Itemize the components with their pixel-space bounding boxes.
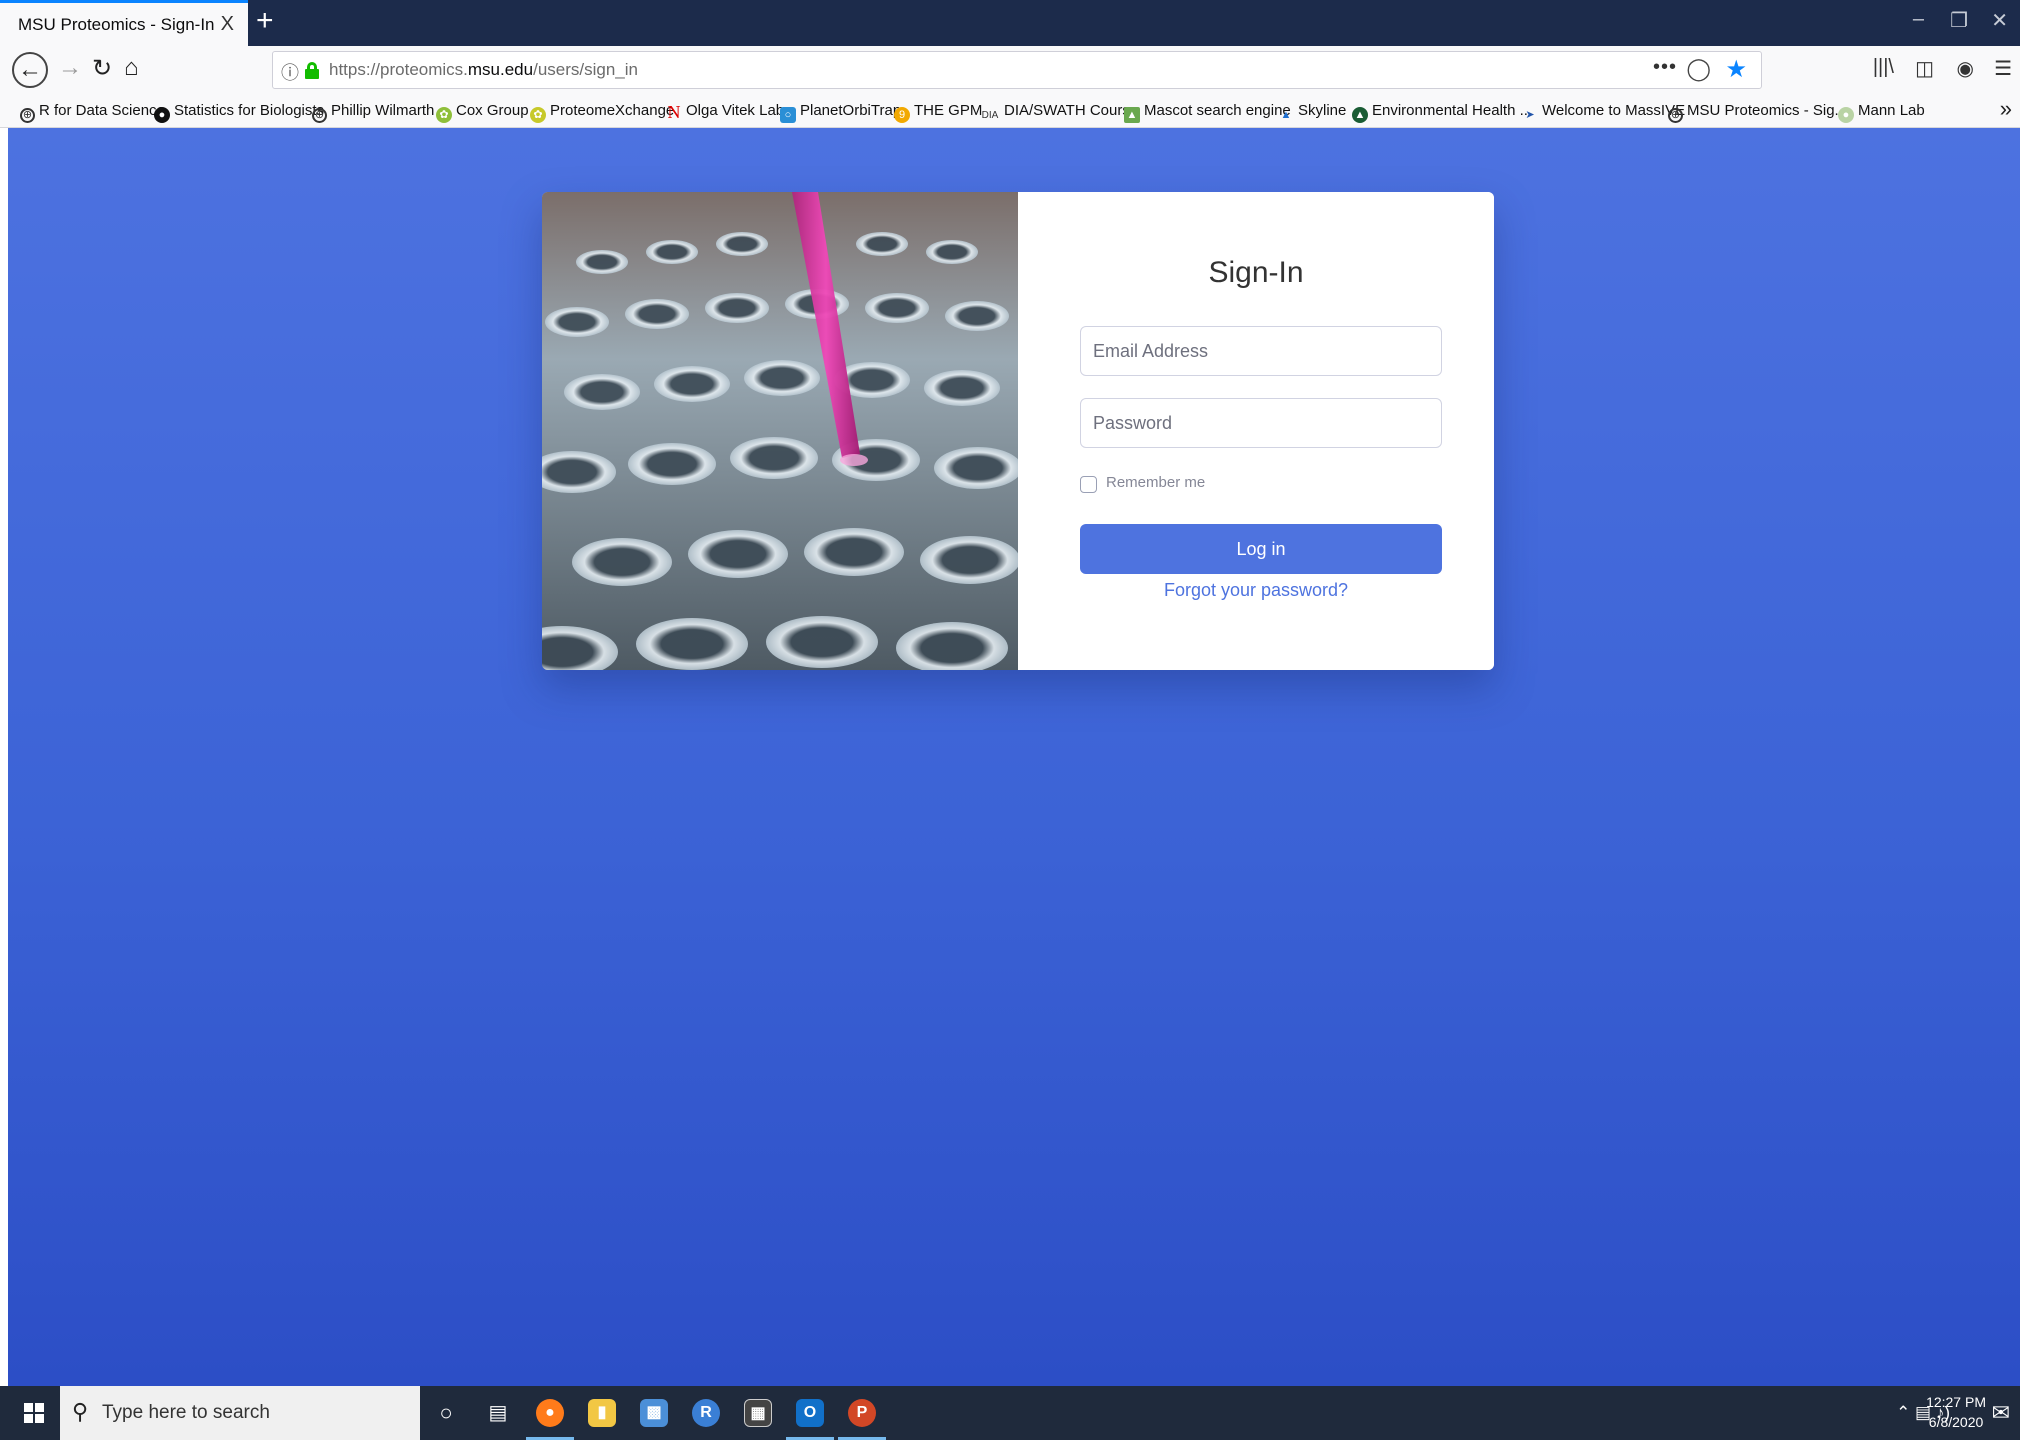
menu-icon[interactable]: ☰ bbox=[1994, 56, 2012, 81]
tab-title: MSU Proteomics - Sign-In bbox=[18, 15, 215, 34]
email-field[interactable] bbox=[1080, 326, 1442, 376]
square-icon: ○ bbox=[780, 107, 796, 123]
bookmark-item[interactable]: 9 THE GPM bbox=[894, 102, 982, 123]
bookmark-item[interactable]: ⊕ MSU Proteomics - Sig... bbox=[1668, 102, 1847, 123]
remember-me-label[interactable]: Remember me bbox=[1106, 474, 1205, 491]
page-background: Sign-In Remember me Log in Forgot your p… bbox=[8, 128, 2020, 1386]
calculator-icon[interactable]: ▦ bbox=[744, 1399, 772, 1427]
password-field[interactable] bbox=[1080, 398, 1442, 448]
bookmark-item[interactable]: ➤ Welcome to MassIVE bbox=[1522, 102, 1685, 123]
bookmark-item[interactable]: ▲ Skyline bbox=[1278, 102, 1347, 123]
test-tubes-illustration bbox=[542, 192, 1018, 670]
account-icon[interactable]: ◉ bbox=[1957, 56, 1974, 81]
remember-me-checkbox[interactable] bbox=[1080, 476, 1097, 493]
search-icon: ⚲ bbox=[72, 1399, 89, 1424]
active-tab[interactable]: MSU Proteomics - Sign-In X bbox=[0, 0, 248, 46]
task-view-icon[interactable]: ▤ bbox=[484, 1399, 512, 1427]
signin-form: Sign-In Remember me Log in Forgot your p… bbox=[1018, 192, 1494, 670]
bookmark-item[interactable]: ▲ Environmental Health ... bbox=[1352, 102, 1532, 123]
start-button[interactable] bbox=[24, 1403, 44, 1423]
url-path: /users/sign_in bbox=[533, 60, 638, 79]
bookmark-item[interactable]: ⊕ R for Data Science bbox=[20, 102, 165, 123]
leaf-icon: ✿ bbox=[436, 107, 452, 123]
massive-icon: ➤ bbox=[1525, 109, 1535, 121]
bookmarks-toolbar: ⊕ R for Data Science ● Statistics for Biol… bbox=[0, 94, 2020, 128]
bookmark-star-icon[interactable]: ★ bbox=[1725, 55, 1747, 84]
circle-icon: ● bbox=[154, 107, 170, 123]
bookmark-item[interactable]: DIA DIA/SWATH Course bbox=[980, 102, 1139, 124]
r-app-icon[interactable]: R bbox=[692, 1399, 720, 1427]
home-icon[interactable]: ⌂ bbox=[124, 54, 139, 82]
mascot-icon: ▲ bbox=[1124, 107, 1140, 123]
outlook-icon[interactable]: O bbox=[796, 1399, 824, 1427]
pocket-icon[interactable]: ◯ bbox=[1686, 56, 1711, 82]
lock-icon bbox=[305, 62, 319, 79]
minimize-icon[interactable]: – bbox=[1913, 8, 1924, 31]
clock-time: 12:27 PM bbox=[1926, 1394, 1986, 1410]
globe-icon: ⊕ bbox=[20, 108, 35, 123]
clock-date: 6/8/2020 bbox=[1928, 1414, 1984, 1430]
login-button[interactable]: Log in bbox=[1080, 524, 1442, 574]
more-bookmarks-icon[interactable]: » bbox=[2000, 96, 2012, 122]
new-tab-button[interactable]: + bbox=[256, 4, 274, 38]
globe-icon: ⊕ bbox=[312, 108, 327, 123]
network-app-icon[interactable]: ▩ bbox=[640, 1399, 668, 1427]
dia-icon: DIA bbox=[981, 110, 999, 121]
bookmark-item[interactable]: ▲ Mascot search engine bbox=[1124, 102, 1291, 123]
taskbar-search[interactable]: ⚲ Type here to search bbox=[60, 1386, 420, 1440]
powerpoint-icon[interactable]: P bbox=[848, 1399, 876, 1427]
gpm-icon: 9 bbox=[894, 107, 910, 123]
n-logo-icon: N bbox=[667, 102, 681, 122]
site-info-icon[interactable]: ⓘ bbox=[281, 59, 299, 85]
windows-taskbar: ⚲ Type here to search ○ ▤ ● ▮ ▩ R ▦ O P … bbox=[0, 1386, 2020, 1440]
bookmark-item[interactable]: ● Mann Lab bbox=[1838, 102, 1925, 123]
forward-button[interactable]: → bbox=[58, 54, 82, 82]
navigation-toolbar: ← → ↻ ⌂ ⓘ https://proteomics.msu.edu/use… bbox=[0, 46, 2020, 94]
signin-card: Sign-In Remember me Log in Forgot your p… bbox=[542, 192, 1494, 670]
url-domain: msu.edu bbox=[467, 60, 534, 79]
leaf-icon: ● bbox=[1838, 107, 1854, 123]
taskbar-search-placeholder: Type here to search bbox=[102, 1402, 270, 1423]
bookmark-item[interactable]: ✿ Cox Group bbox=[436, 102, 529, 123]
signin-title: Sign-In bbox=[1208, 256, 1304, 289]
bookmark-item[interactable]: ⊕ Phillip Wilmarth bbox=[312, 102, 434, 123]
tab-strip: MSU Proteomics - Sign-In X + – ❐ ✕ bbox=[0, 0, 2020, 46]
reload-button[interactable]: ↻ bbox=[92, 54, 112, 83]
url-text[interactable]: https://proteomics.msu.edu/users/sign_in bbox=[329, 60, 638, 80]
globe-icon: ⊕ bbox=[1668, 108, 1683, 123]
library-icon[interactable]: |||\ bbox=[1873, 56, 1894, 79]
forgot-password-link[interactable]: Forgot your password? bbox=[1018, 580, 1494, 601]
bookmark-item[interactable]: ○ PlanetOrbiTrap bbox=[780, 102, 901, 123]
cortana-icon[interactable]: ○ bbox=[432, 1399, 460, 1427]
bookmark-item[interactable]: ✿ ProteomeXchange bbox=[530, 102, 674, 123]
leaf-icon: ✿ bbox=[530, 107, 546, 123]
page-actions-button[interactable]: ••• bbox=[1653, 56, 1677, 79]
notification-icon[interactable]: ✉ bbox=[1992, 1400, 2010, 1426]
tab-close-button[interactable]: X bbox=[221, 13, 234, 36]
back-button[interactable]: ← bbox=[12, 52, 48, 88]
bookmark-item[interactable]: ● Statistics for Biologists bbox=[154, 102, 324, 123]
spartan-icon: ▲ bbox=[1352, 107, 1368, 123]
window-close-icon[interactable]: ✕ bbox=[1991, 8, 2008, 33]
lab-photo bbox=[542, 192, 1018, 670]
bookmark-item[interactable]: N Olga Vitek Lab bbox=[666, 102, 785, 122]
url-bar[interactable]: ⓘ https://proteomics.msu.edu/users/sign_… bbox=[272, 51, 1762, 89]
firefox-icon[interactable]: ● bbox=[536, 1399, 564, 1427]
file-explorer-icon[interactable]: ▮ bbox=[588, 1399, 616, 1427]
skyline-icon: ▲ bbox=[1280, 109, 1292, 121]
url-prefix: https://proteomics. bbox=[329, 60, 468, 79]
restore-icon[interactable]: ❐ bbox=[1950, 8, 1968, 33]
clock[interactable]: 12:27 PM 6/8/2020 bbox=[1926, 1392, 1986, 1432]
sidebar-icon[interactable]: ◫ bbox=[1915, 56, 1934, 81]
